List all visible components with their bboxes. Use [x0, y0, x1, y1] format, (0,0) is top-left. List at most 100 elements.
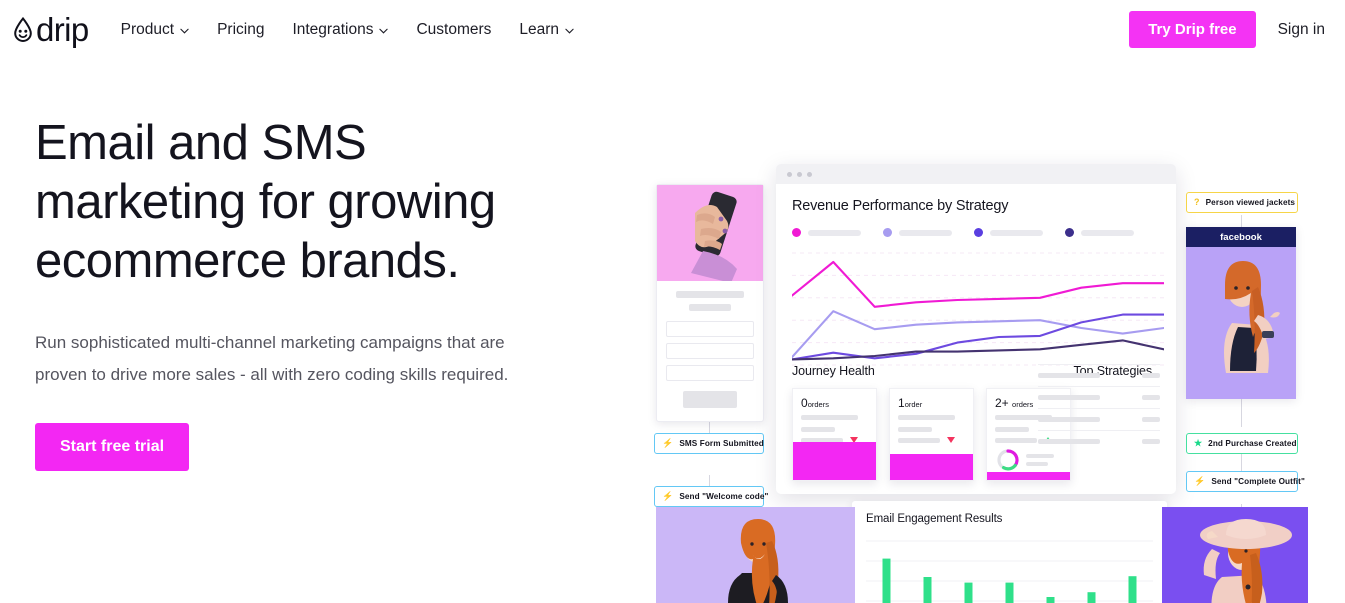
chevron-down-icon: [379, 21, 389, 39]
primary-nav-links: Product Pricing Integrations Customers L…: [107, 13, 588, 47]
sign-in-link[interactable]: Sign in: [1274, 15, 1329, 45]
nav-item-product[interactable]: Product: [107, 13, 203, 47]
placeholder-line: [1038, 373, 1100, 378]
legend-item[interactable]: [883, 228, 952, 237]
laughing-woman-photo: [656, 507, 855, 603]
chart-series-line: [790, 339, 1166, 361]
badge-sms-form-submitted[interactable]: ⚡ SMS Form Submitted: [654, 433, 764, 454]
placeholder-line: [898, 437, 940, 443]
woman-with-hat-photo: [1162, 507, 1308, 603]
placeholder-line: [1026, 454, 1054, 458]
flow-connector: [1241, 399, 1242, 427]
journey-card-1-order[interactable]: 1order: [889, 388, 974, 481]
journey-card-value: 1order: [898, 396, 923, 410]
badge-person-viewed-jackets[interactable]: ? Person viewed jackets: [1186, 192, 1298, 213]
chart-bar: [882, 558, 891, 603]
legend-item[interactable]: [1065, 228, 1134, 237]
list-item[interactable]: [1038, 386, 1160, 408]
start-free-trial-button[interactable]: Start free trial: [35, 423, 190, 471]
logo-wordmark: drip: [36, 11, 89, 48]
placeholder-line: [1038, 395, 1100, 400]
window-dot-green[interactable]: [807, 171, 812, 177]
placeholder-line: [675, 291, 745, 298]
placeholder-line: [995, 427, 1029, 432]
flow-connector: [1241, 451, 1242, 473]
hand-holding-phone-photo: [657, 185, 763, 281]
nav-label: Integrations: [292, 20, 374, 38]
chart-bar: [1005, 582, 1014, 603]
placeholder-line: [801, 415, 858, 420]
placeholder-value: [1142, 417, 1160, 422]
legend-color-swatch: [883, 228, 892, 237]
hero-illustration: ⚡ SMS Form Submitted ⚡ Send "Welcome cod…: [650, 111, 1345, 603]
engagement-chart-title: Email Engagement Results: [866, 513, 1003, 525]
question-mark-icon: ?: [1194, 197, 1200, 207]
placeholder-line: [688, 304, 732, 311]
email-engagement-bar-chart: [866, 540, 1153, 603]
badge-label: Send "Welcome code": [679, 492, 769, 501]
journey-health-title: Journey Health: [792, 364, 875, 378]
lightning-icon: ⚡: [662, 491, 674, 501]
nav-item-pricing[interactable]: Pricing: [203, 13, 278, 47]
signup-form-card: [656, 184, 764, 422]
journey-card-fill: [987, 472, 1070, 480]
email-engagement-card: Email Engagement Results: [852, 501, 1167, 603]
dashboard-window: Revenue Performance by Strategy Journey …: [776, 164, 1176, 494]
dashboard-body: Revenue Performance by Strategy: [776, 184, 1176, 374]
badge-send-complete-outfit[interactable]: ⚡ Send "Complete Outfit": [1186, 471, 1305, 492]
placeholder-line: [1038, 439, 1100, 444]
journey-card-fill: [890, 454, 973, 480]
placeholder-line: [898, 415, 955, 420]
window-dot-yellow[interactable]: [797, 171, 802, 177]
drip-logo[interactable]: drip: [12, 13, 89, 46]
nav-label: Pricing: [217, 20, 265, 38]
placeholder-line: [898, 427, 932, 432]
window-dot-red[interactable]: [787, 171, 792, 177]
list-item[interactable]: [1038, 408, 1160, 430]
journey-health-section: Journey Health Top Strategies 0orders 1o…: [776, 364, 1176, 481]
donut-chart-icon: [997, 449, 1019, 471]
legend-item[interactable]: [792, 228, 861, 237]
badge-label: SMS Form Submitted: [679, 439, 764, 448]
legend-color-swatch: [792, 228, 801, 237]
list-item[interactable]: [1038, 364, 1160, 386]
placeholder-value: [1142, 395, 1160, 400]
legend-label-placeholder: [899, 229, 952, 236]
form-field[interactable]: [666, 365, 754, 381]
form-field[interactable]: [666, 321, 754, 337]
hero-copy: Email and SMS marketing for growing ecom…: [0, 59, 640, 471]
woman-pointing-photo: [1186, 247, 1296, 399]
badge-send-welcome-code[interactable]: ⚡ Send "Welcome code": [654, 486, 768, 507]
placeholder-value: [1142, 373, 1160, 378]
facebook-label: facebook: [1186, 227, 1296, 247]
chevron-down-icon: [180, 21, 189, 39]
list-item[interactable]: [1038, 430, 1160, 452]
chart-bar: [923, 577, 932, 603]
revenue-chart-legend: [792, 228, 1160, 237]
legend-item[interactable]: [974, 228, 1043, 237]
chart-bar: [1087, 592, 1096, 603]
nav-item-customers[interactable]: Customers: [402, 13, 505, 47]
form-field[interactable]: [666, 343, 754, 359]
journey-card-0-orders[interactable]: 0orders: [792, 388, 877, 481]
lightning-icon: ⚡: [1194, 476, 1206, 486]
nav-item-learn[interactable]: Learn: [505, 13, 588, 47]
revenue-chart-title: Revenue Performance by Strategy: [792, 198, 1009, 214]
badge-label: Send "Complete Outfit": [1211, 477, 1305, 486]
page-title: Email and SMS marketing for growing ecom…: [35, 116, 496, 288]
chart-bar: [964, 582, 973, 603]
placeholder-line: [1038, 417, 1100, 422]
chart-series-line: [790, 260, 1166, 308]
trend-down-icon: [946, 437, 955, 443]
facebook-ad-card: facebook: [1186, 227, 1296, 399]
nav-item-integrations[interactable]: Integrations: [278, 13, 402, 47]
chart-bar: [1046, 597, 1055, 603]
form-submit-button[interactable]: [682, 391, 738, 408]
nav-label: Product: [120, 20, 175, 38]
legend-color-swatch: [1065, 228, 1074, 237]
try-drip-free-button[interactable]: Try Drip free: [1129, 11, 1256, 48]
chevron-down-icon: [565, 21, 574, 39]
star-icon: ★: [1194, 438, 1203, 448]
badge-2nd-purchase-created[interactable]: ★ 2nd Purchase Created: [1186, 433, 1298, 454]
placeholder-value: [1142, 439, 1160, 444]
